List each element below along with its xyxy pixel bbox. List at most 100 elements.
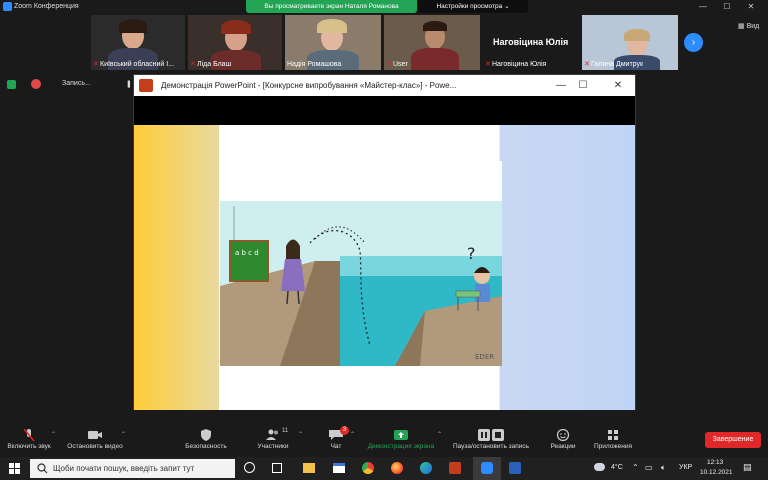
clock-time[interactable]: 12:13 (707, 459, 723, 466)
end-meeting-button[interactable]: Завершение (705, 432, 761, 448)
participant-name: ✕Галина Дмитрук (584, 61, 644, 68)
zoom-taskbar-item[interactable] (473, 457, 501, 480)
mic-muted-icon: ✕ (485, 61, 491, 68)
participants-icon (266, 429, 278, 440)
stop-video-button[interactable]: Остановить видео (62, 425, 128, 457)
powerpoint-icon (139, 79, 153, 92)
encryption-shield-icon[interactable] (7, 80, 16, 89)
firefox-icon[interactable] (391, 462, 403, 474)
zoom-logo-icon (3, 2, 12, 11)
participant-body (411, 48, 459, 70)
participant-hair (423, 21, 447, 31)
shield-icon (201, 429, 211, 441)
mic-off-icon (23, 429, 35, 441)
taskbar-search-input[interactable]: Щоби почати пошук, введіть запит тут (30, 459, 235, 478)
share-screen-button[interactable]: Демонстрация экрана (362, 425, 440, 457)
video-tile[interactable]: ✕Галина Дмитрук (582, 15, 678, 70)
video-tile[interactable]: ✕Ліда Блаш (188, 15, 282, 70)
question-mark-icon: ? (467, 244, 476, 263)
maximize-button[interactable]: ☐ (716, 0, 738, 13)
cartoon-illustration: a b c d ? EDER (220, 161, 502, 366)
powerpoint-title-bar: Демонстрація PowerPoint - [Конкурсне вип… (134, 75, 635, 96)
file-explorer-icon[interactable] (303, 463, 315, 473)
participant-hair (317, 19, 347, 33)
task-view-icon[interactable] (244, 462, 255, 473)
volume-icon[interactable]: 🔈︎ (661, 463, 666, 473)
sharing-banner: Вы просматриваете экран Наталя Романова (246, 0, 417, 13)
clock-date[interactable]: 10.12.2021 (700, 469, 733, 476)
tray-arrow-icon[interactable]: ⌃ (632, 463, 639, 472)
weather-cloud-icon[interactable] (594, 463, 605, 471)
chrome-icon[interactable] (362, 462, 374, 474)
participant-hair (119, 19, 147, 33)
chalkboard (229, 240, 269, 282)
chat-badge: 3 (340, 426, 349, 435)
powerpoint-taskbar-icon[interactable] (449, 462, 461, 474)
participant-name: ✕Київський обласний І... (93, 61, 175, 68)
windows-start-icon[interactable] (9, 463, 20, 474)
search-placeholder: Щоби почати пошук, введіть запит тут (53, 464, 195, 473)
video-tile[interactable]: Надія Ромашова (285, 15, 381, 70)
minimize-button[interactable]: — (692, 0, 714, 13)
reactions-button[interactable]: Реакции (545, 425, 581, 457)
recording-label: Запись... (62, 80, 91, 87)
word-icon[interactable] (509, 462, 521, 474)
mic-muted-icon: ✕ (93, 61, 99, 68)
keyboard-language[interactable]: УКР (679, 464, 692, 471)
grid-icon: ▦ (738, 23, 745, 30)
teacher-dress (281, 259, 305, 291)
meeting-toolbar: Включить звук ⌃ Остановить видео ⌃ Безоп… (0, 425, 768, 457)
mic-muted-icon: ✕ (190, 61, 196, 68)
store-icon[interactable] (333, 463, 345, 473)
windows-taskbar: Щоби почати пошук, введіть запит тут 4°C… (0, 457, 768, 480)
notifications-icon[interactable]: ▤ (743, 462, 752, 473)
participant-name: ✕User (386, 61, 408, 68)
view-options-button[interactable]: Настройки просмотра ⌄ (418, 0, 528, 13)
network-icon[interactable]: ▭ (645, 463, 653, 472)
mic-muted-icon: ✕ (584, 61, 590, 68)
security-button[interactable]: Безопасность (178, 425, 234, 457)
chat-options-caret[interactable]: ⌃ (350, 431, 355, 438)
pause-stop-icon (478, 429, 504, 441)
edge-icon[interactable] (420, 462, 432, 474)
participant-hair (221, 20, 251, 34)
mic-muted-icon: ✕ (386, 61, 392, 68)
slide: a b c d ? EDER (134, 125, 635, 410)
ppt-close-button[interactable]: ✕ (609, 78, 627, 93)
participant-name: ✕Ліда Блаш (190, 61, 232, 68)
powerpoint-window[interactable]: Демонстрація PowerPoint - [Конкурсне вип… (133, 74, 636, 410)
view-button[interactable]: ▦ Вид (738, 22, 759, 30)
participant-name: ✕Наговіцина Юлія (485, 61, 547, 68)
participants-count: 11 (282, 428, 289, 434)
video-tile[interactable]: ✕Київський обласний І... (91, 15, 185, 70)
video-tile[interactable]: ✕User (384, 15, 480, 70)
chat-icon-wrap: 3 (328, 426, 349, 441)
weather-temp[interactable]: 4°C (611, 464, 623, 471)
video-options-caret[interactable]: ⌃ (121, 431, 126, 438)
task-switch-icon[interactable] (272, 463, 282, 473)
window-title: Zoom Конференция (14, 3, 79, 10)
unmute-button[interactable]: Включить звук (5, 425, 53, 457)
apps-icon (608, 430, 618, 440)
teacher-leg (286, 290, 289, 305)
chat-button[interactable]: 3 Чат (322, 425, 350, 457)
ppt-minimize-button[interactable]: — (552, 78, 570, 93)
teacher-leg (297, 290, 300, 305)
share-screen-icon (394, 430, 408, 440)
ppt-maximize-button[interactable]: ☐ (574, 78, 592, 93)
close-window-button[interactable]: ✕ (740, 0, 762, 13)
participant-hair (624, 29, 650, 41)
apps-button[interactable]: Приложения (589, 425, 637, 457)
participants-button[interactable]: Участники 11 (250, 425, 296, 457)
participants-options-caret[interactable]: ⌃ (298, 431, 303, 438)
next-page-button[interactable]: › (684, 33, 703, 52)
video-tile[interactable]: Наговіцина Юлія ✕Наговіцина Юлія (483, 15, 579, 70)
teacher-hair (286, 239, 300, 261)
pause-stop-recording-button[interactable]: Пауза/остановить запись (447, 425, 535, 457)
audio-options-caret[interactable]: ⌃ (51, 431, 56, 438)
emoji-icon (556, 429, 570, 441)
share-options-caret[interactable]: ⌃ (437, 431, 442, 438)
recording-icon (31, 79, 41, 89)
video-camera-icon (88, 431, 102, 439)
powerpoint-title: Демонстрація PowerPoint - [Конкурсне вип… (161, 81, 457, 90)
